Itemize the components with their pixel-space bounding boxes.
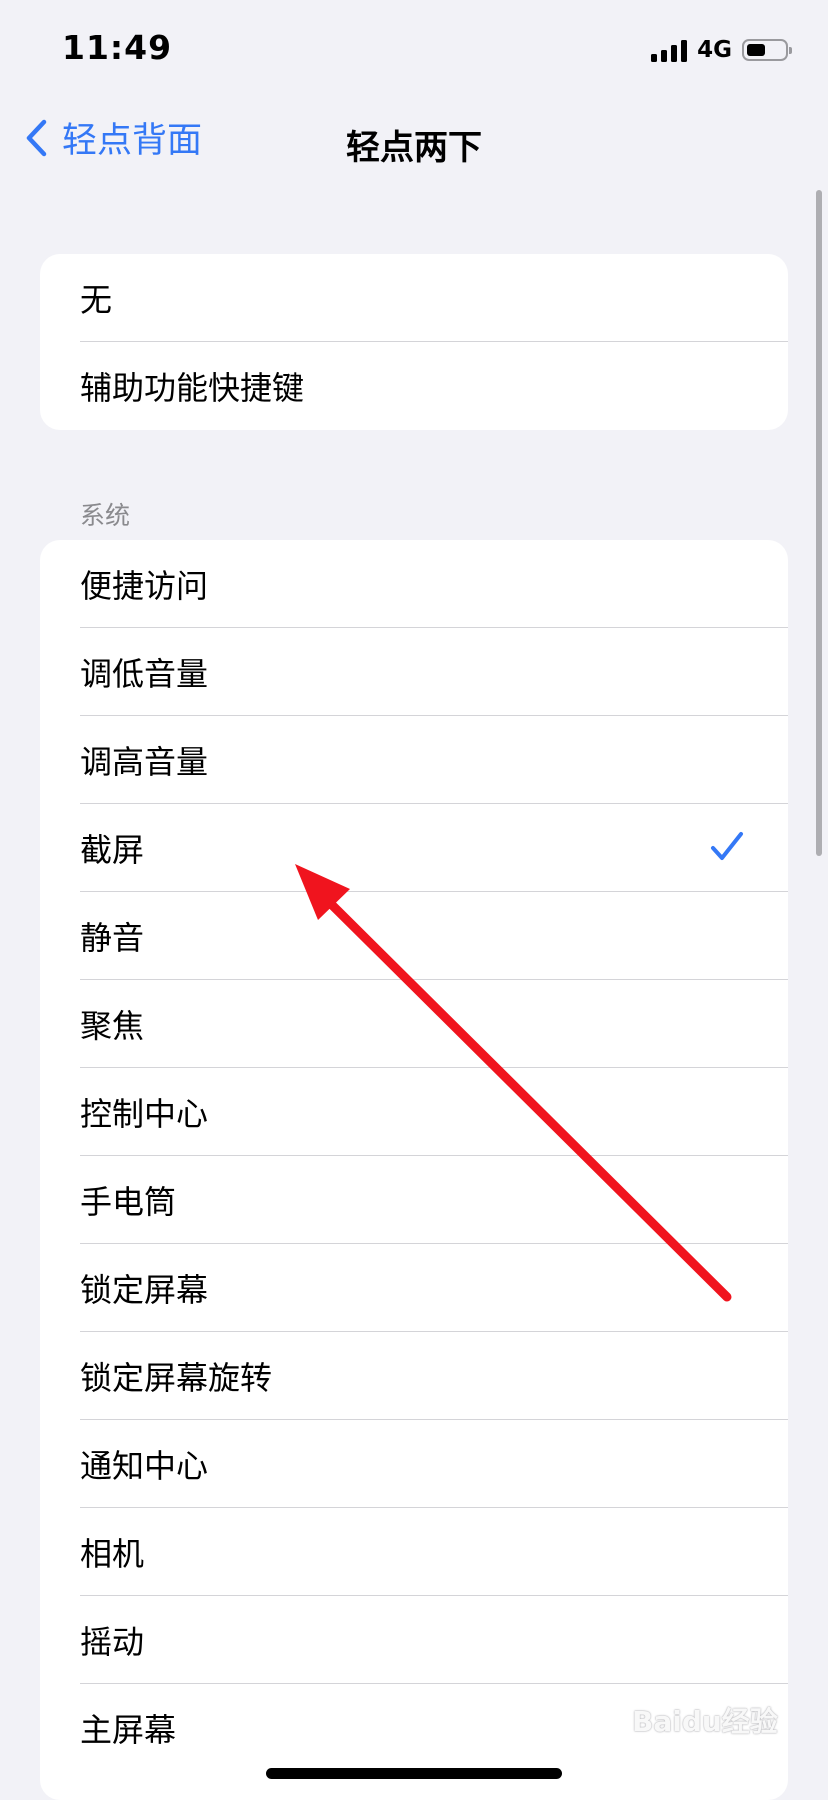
option-row[interactable]: 辅助功能快捷键	[40, 342, 788, 430]
option-label: 通知中心	[80, 1447, 209, 1485]
option-label: 无	[80, 281, 113, 319]
option-row[interactable]: 调低音量	[40, 628, 788, 716]
option-row[interactable]: 摇动	[40, 1596, 788, 1684]
battery-icon	[742, 39, 792, 61]
option-label: 手电筒	[80, 1183, 177, 1221]
scroll-indicator[interactable]	[816, 190, 822, 856]
status-time: 11:49	[62, 28, 173, 67]
option-row[interactable]: 控制中心	[40, 1068, 788, 1156]
option-row[interactable]: 通知中心	[40, 1420, 788, 1508]
section-header: 系统	[80, 501, 131, 530]
status-indicators: 4G	[651, 36, 792, 64]
home-indicator[interactable]	[266, 1768, 562, 1779]
option-label: 控制中心	[80, 1095, 209, 1133]
checkmark-icon	[711, 832, 743, 860]
option-label: 辅助功能快捷键	[80, 369, 305, 407]
system-action-group: 便捷访问 调低音量 调高音量 截屏 静音 聚焦 控制中心 手电筒 锁定屏幕 锁定…	[40, 540, 788, 1800]
option-label: 锁定屏幕旋转	[80, 1359, 273, 1397]
option-row[interactable]: 锁定屏幕旋转	[40, 1332, 788, 1420]
option-row[interactable]: 锁定屏幕	[40, 1244, 788, 1332]
option-row[interactable]: 静音	[40, 892, 788, 980]
option-label: 静音	[80, 919, 145, 957]
navigation-bar: 轻点背面 轻点两下	[0, 100, 828, 180]
option-row[interactable]: 相机	[40, 1508, 788, 1596]
network-type: 4G	[697, 37, 732, 63]
option-label: 截屏	[80, 831, 145, 869]
watermark-logo: Baidu经验	[632, 1705, 778, 1738]
option-row[interactable]: 聚焦	[40, 980, 788, 1068]
cellular-signal-icon	[651, 38, 688, 62]
option-row-selected[interactable]: 截屏	[40, 804, 788, 892]
option-label: 调高音量	[80, 743, 209, 781]
option-label: 聚焦	[80, 1007, 145, 1045]
option-label: 锁定屏幕	[80, 1271, 209, 1309]
option-row[interactable]: 便捷访问	[40, 540, 788, 628]
status-bar: 11:49 4G	[0, 0, 828, 100]
option-row[interactable]: 无	[40, 254, 788, 342]
option-label: 主屏幕	[80, 1711, 177, 1749]
action-group-top: 无 辅助功能快捷键	[40, 254, 788, 430]
option-label: 便捷访问	[80, 567, 209, 605]
option-label: 相机	[80, 1535, 145, 1573]
option-label: 调低音量	[80, 655, 209, 693]
option-row[interactable]: 调高音量	[40, 716, 788, 804]
page-title: 轻点两下	[346, 128, 482, 168]
option-label: 摇动	[80, 1623, 145, 1661]
option-row[interactable]: 手电筒	[40, 1156, 788, 1244]
